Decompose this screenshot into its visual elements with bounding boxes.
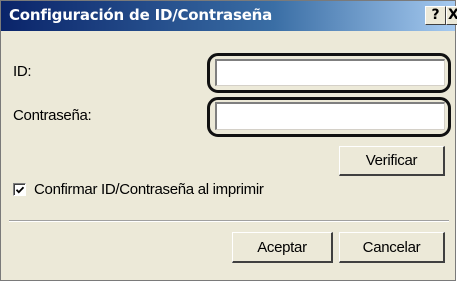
password-input[interactable] — [215, 102, 445, 130]
password-label: Contraseña: — [13, 107, 92, 124]
dialog-title: Configuración de ID/Contraseña — [9, 6, 273, 24]
confirm-checkbox[interactable] — [13, 183, 26, 196]
id-label: ID: — [13, 63, 32, 80]
confirm-checkbox-label[interactable]: Confirmar ID/Contraseña al imprimir — [34, 181, 264, 198]
cancel-button[interactable]: Cancelar — [339, 232, 445, 263]
help-button[interactable]: ? — [425, 6, 446, 25]
close-button[interactable]: X — [446, 6, 457, 25]
id-input[interactable] — [215, 59, 445, 86]
separator — [9, 220, 449, 222]
verify-button[interactable]: Verificar — [339, 146, 445, 176]
title-bar[interactable]: Configuración de ID/Contraseña ? X — [1, 1, 457, 31]
id-password-dialog: Configuración de ID/Contraseña ? X ID: C… — [0, 0, 457, 281]
checkmark-icon — [15, 186, 25, 194]
ok-button[interactable]: Aceptar — [232, 232, 333, 263]
